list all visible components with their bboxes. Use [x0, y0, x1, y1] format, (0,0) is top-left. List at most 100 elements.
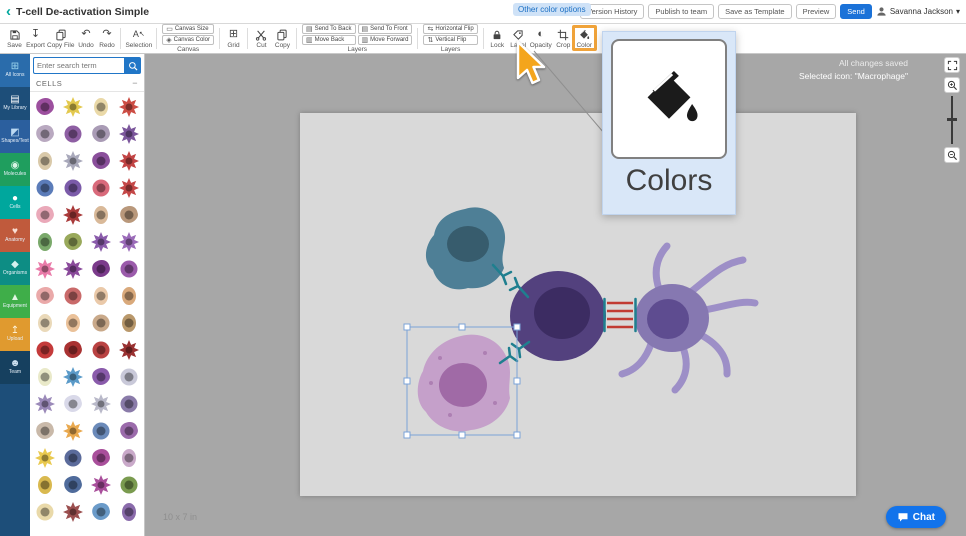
sidebar-item-cells[interactable]: ● Cells: [0, 186, 30, 219]
cell-thumbnail[interactable]: [32, 499, 59, 525]
move-back-button[interactable]: ▥ Move Back: [301, 35, 356, 45]
export-button[interactable]: ↧ Export: [25, 24, 46, 53]
copy-file-button[interactable]: Copy File: [46, 24, 75, 53]
send-to-back-button[interactable]: ▤ Send To Back: [301, 24, 356, 34]
label-button[interactable]: Label: [508, 24, 529, 53]
cell-thumbnail[interactable]: [60, 121, 87, 147]
cell-thumbnail[interactable]: [88, 337, 115, 363]
fullscreen-button[interactable]: [944, 57, 960, 73]
horizontal-flip-button[interactable]: ⇆ Horizontal Flip: [423, 24, 478, 34]
user-menu[interactable]: Savanna Jackson ▾: [876, 6, 960, 17]
search-input[interactable]: [33, 57, 124, 74]
cell-thumbnail[interactable]: [115, 391, 142, 417]
cell-thumbnail[interactable]: [115, 283, 142, 309]
cell-thumbnail[interactable]: [88, 391, 115, 417]
cell-thumbnail[interactable]: [115, 445, 142, 471]
cell-thumbnail[interactable]: [32, 418, 59, 444]
illustration-canvas[interactable]: [300, 113, 856, 496]
cell-thumbnail[interactable]: [32, 121, 59, 147]
cell-thumbnail[interactable]: [115, 229, 142, 255]
search-button[interactable]: [124, 57, 141, 74]
cell-thumbnail[interactable]: [88, 229, 115, 255]
sidebar-item-molecules[interactable]: ◉ Molecules: [0, 153, 30, 186]
cell-thumbnail[interactable]: [115, 202, 142, 228]
cell-thumbnail[interactable]: [88, 418, 115, 444]
collapse-icon[interactable]: −: [132, 79, 138, 88]
cell-thumbnail[interactable]: [60, 175, 87, 201]
cell-thumbnail[interactable]: [88, 310, 115, 336]
lock-button[interactable]: Lock: [487, 24, 508, 53]
cell-thumbnail[interactable]: [115, 472, 142, 498]
preview-button[interactable]: Preview: [795, 3, 837, 20]
canvas-size-button[interactable]: ▭ Canvas Size: [162, 24, 214, 34]
chat-button[interactable]: Chat: [885, 506, 946, 528]
send-button[interactable]: Send: [840, 3, 872, 20]
cell-thumbnail[interactable]: [60, 94, 87, 120]
zoom-slider-handle[interactable]: [947, 118, 957, 121]
cell-thumbnail[interactable]: [60, 310, 87, 336]
cell-thumbnail[interactable]: [60, 364, 87, 390]
copy-button[interactable]: Copy: [272, 24, 293, 53]
cell-thumbnail[interactable]: [32, 202, 59, 228]
cell-macrophage-teal[interactable]: [425, 207, 506, 290]
sidebar-item-upload[interactable]: ↥ Upload: [0, 318, 30, 351]
cell-thumbnail[interactable]: [32, 391, 59, 417]
cell-thumbnail[interactable]: [60, 283, 87, 309]
cell-thumbnail[interactable]: [60, 256, 87, 282]
cell-thumbnail[interactable]: [32, 256, 59, 282]
sidebar-item-shapes-text[interactable]: ◩ Shapes/Text: [0, 120, 30, 153]
crop-button[interactable]: Crop: [553, 24, 574, 53]
cell-thumbnail[interactable]: [32, 283, 59, 309]
cell-thumbnail[interactable]: [88, 283, 115, 309]
publish-to-team-button[interactable]: Publish to team: [648, 3, 715, 20]
send-to-front-button[interactable]: ▤ Send To Front: [357, 24, 413, 34]
cell-thumbnail[interactable]: [115, 499, 142, 525]
cell-thumbnail[interactable]: [60, 391, 87, 417]
cell-thumbnail[interactable]: [60, 499, 87, 525]
opacity-button[interactable]: ◐ Opacity: [529, 24, 553, 53]
cell-thumbnail[interactable]: [88, 499, 115, 525]
cell-thumbnail[interactable]: [60, 445, 87, 471]
cell-thumbnail[interactable]: [32, 310, 59, 336]
cell-thumbnail[interactable]: [115, 148, 142, 174]
artboard[interactable]: [300, 113, 856, 496]
canvas-color-button[interactable]: ◈ Canvas Color: [162, 35, 214, 45]
back-icon[interactable]: ‹: [6, 4, 11, 19]
cell-thumbnail[interactable]: [88, 94, 115, 120]
undo-button[interactable]: ↶ Undo: [75, 24, 96, 53]
cell-thumbnail[interactable]: [115, 418, 142, 444]
cell-thumbnail[interactable]: [32, 94, 59, 120]
cell-thumbnail[interactable]: [115, 337, 142, 363]
cell-thumbnail[interactable]: [88, 472, 115, 498]
cell-thumbnail[interactable]: [32, 175, 59, 201]
cell-thumbnail[interactable]: [32, 337, 59, 363]
cell-thumbnail[interactable]: [88, 121, 115, 147]
cells-section-header[interactable]: CELLS −: [30, 77, 144, 92]
redo-button[interactable]: ↷ Redo: [96, 24, 117, 53]
selection-tool-button[interactable]: A ↖ Selection: [124, 24, 153, 53]
sidebar-item-equipment[interactable]: ▲ Equipment: [0, 285, 30, 318]
cell-thumbnail[interactable]: [115, 94, 142, 120]
cell-thumbnail[interactable]: [32, 148, 59, 174]
cell-thumbnail[interactable]: [88, 364, 115, 390]
cell-thumbnail[interactable]: [60, 148, 87, 174]
cell-thumbnail[interactable]: [115, 310, 142, 336]
cell-thumbnail[interactable]: [115, 256, 142, 282]
sidebar-item-anatomy[interactable]: ♥ Anatomy: [0, 219, 30, 252]
cell-thumbnail[interactable]: [60, 202, 87, 228]
cell-thumbnail[interactable]: [60, 418, 87, 444]
cell-thumbnail[interactable]: [88, 148, 115, 174]
cell-thumbnail[interactable]: [60, 337, 87, 363]
cell-thumbnail[interactable]: [32, 229, 59, 255]
sidebar-item-organisms[interactable]: ◆ Organisms: [0, 252, 30, 285]
zoom-slider[interactable]: [947, 96, 957, 144]
sidebar-item-my-library[interactable]: ▤ My Library: [0, 87, 30, 120]
cell-thumbnail[interactable]: [115, 175, 142, 201]
cell-macrophage-selected[interactable]: [417, 334, 510, 432]
cell-thumbnail[interactable]: [88, 256, 115, 282]
cell-thumbnail[interactable]: [88, 445, 115, 471]
vertical-flip-button[interactable]: ⇅ Vertical Flip: [423, 35, 478, 45]
canvas-area[interactable]: All changes saved Selected icon: "Macrop…: [145, 54, 966, 536]
cell-thumbnail[interactable]: [32, 364, 59, 390]
cell-thumbnail[interactable]: [88, 202, 115, 228]
